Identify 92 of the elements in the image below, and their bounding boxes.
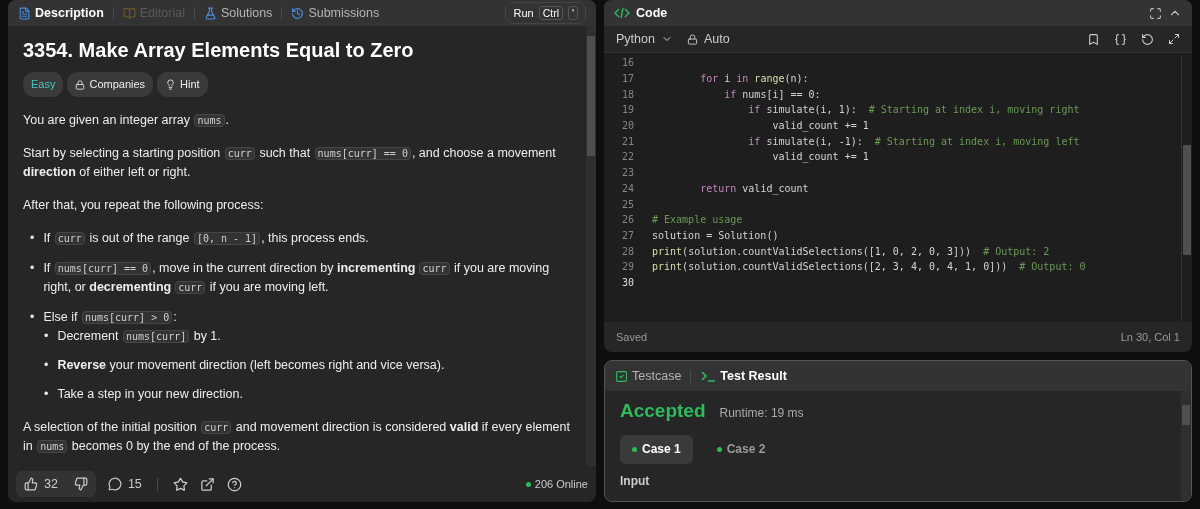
code-line: print(solution.countValidSelections([1, 0, 2, 0, 3])) # Output: 2	[652, 245, 1050, 257]
line-number: 22	[620, 151, 634, 163]
code-line: print(solution.countValidSelections([2, 3, 4, 0, 4, 1, 0])) # Output: 0	[652, 261, 1086, 273]
paragraph: After that, you repeat the following process:	[23, 197, 265, 214]
share-icon[interactable]	[199, 476, 215, 492]
scrollbar[interactable]	[1181, 55, 1192, 322]
lock-icon	[75, 79, 86, 90]
case-tab[interactable]: Case 1	[620, 435, 693, 464]
line-number: 21	[620, 135, 634, 147]
code-line: solution = Solution()	[652, 229, 779, 241]
tag-chip[interactable]: Hint	[157, 72, 208, 97]
comment-icon	[107, 477, 122, 491]
code-line: # Example usage	[652, 214, 743, 226]
tag-chip[interactable]: Companies	[67, 72, 154, 97]
list-item-text: If curr is out of the range [0, n - 1] , this process ends.	[43, 230, 370, 247]
code-line: valid_count += 1	[771, 120, 869, 132]
paragraph: Start by selecting a starting position curr such that nums[curr] == 0 , and choose a movement direction of either left or right.	[23, 145, 557, 181]
panel-tab[interactable]: Description	[18, 6, 104, 20]
document-icon	[18, 6, 31, 20]
problem-title: 3354. Make Array Elements Equal to Zero	[23, 41, 415, 60]
line-number: 18	[620, 88, 634, 100]
like-button[interactable]: 32	[16, 471, 66, 497]
flask-icon	[203, 6, 217, 20]
line-number: 19	[620, 104, 634, 116]
tag-chip[interactable]: Easy	[23, 72, 64, 97]
bookmark-icon[interactable]	[1087, 32, 1100, 46]
code-line: for i in range(n):	[699, 73, 809, 85]
scrollbar[interactable]	[586, 26, 596, 466]
book-icon	[122, 6, 136, 20]
panel-tab[interactable]: Solutions	[203, 6, 273, 20]
scrollbar[interactable]	[1181, 391, 1191, 501]
line-number: 30	[620, 276, 634, 288]
mode-label[interactable]: Auto	[686, 32, 730, 46]
code-editor[interactable]	[604, 53, 1192, 322]
code-line: if simulate(i, -1): # Starting at index i, moving left	[747, 135, 1080, 147]
bullet: •	[44, 357, 49, 374]
line-number: 23	[620, 167, 634, 179]
thumbs-down-icon	[73, 477, 88, 491]
list-item-text: Reverse your movement direction (left becomes right and vice versa).	[57, 357, 446, 374]
lock-icon	[686, 33, 698, 45]
help-icon[interactable]	[226, 476, 242, 492]
bullet: •	[44, 328, 49, 345]
paragraph: You are given an integer array nums .	[23, 112, 231, 129]
checkbox-icon	[615, 369, 628, 383]
bullet: •	[30, 260, 35, 277]
shortcut-key: Ctrl	[538, 6, 563, 20]
code-line: if simulate(i, 1): # Starting at index i, moving right	[747, 104, 1080, 116]
panel-tab[interactable]: Test Result	[700, 369, 787, 383]
star-icon[interactable]	[172, 476, 188, 492]
runtime-label: Runtime: 19 ms	[719, 405, 804, 422]
shortcut-key: '	[568, 6, 578, 20]
panel-tab[interactable]: Submissions	[291, 6, 380, 20]
thumbs-up-icon	[24, 477, 38, 491]
reset-icon[interactable]	[1141, 32, 1154, 46]
panel-tab[interactable]: Testcase	[615, 369, 682, 383]
line-number: 28	[620, 245, 634, 257]
list-item-text: If nums[curr] == 0 , move in the current direction by incrementing curr if you are moving right, or decrementing curr if you are moving left.	[43, 260, 551, 296]
code-line: if nums[i] == 0:	[723, 88, 821, 100]
run-button[interactable]: Run Ctrl '	[505, 2, 586, 24]
line-number: 26	[620, 214, 634, 226]
online-count: 206 Online	[525, 478, 588, 490]
history-icon	[291, 6, 305, 20]
code-line: return valid_count	[699, 182, 809, 194]
save-status: Saved	[616, 331, 648, 343]
line-number: 27	[620, 229, 634, 241]
case-tab[interactable]: Case 2	[704, 435, 778, 464]
code-icon	[614, 7, 630, 19]
lightbulb-icon	[165, 79, 177, 90]
list-item-text: Else if nums[curr] > 0 :	[43, 309, 178, 326]
maximize-icon[interactable]	[1149, 6, 1162, 20]
terminal-icon	[700, 370, 717, 382]
line-number: 25	[620, 198, 634, 210]
verdict-label: Accepted	[620, 401, 706, 420]
language-dropdown[interactable]: Python	[616, 32, 673, 46]
bullet: •	[30, 230, 35, 247]
line-number: 24	[620, 182, 634, 194]
braces-icon[interactable]	[1114, 32, 1127, 46]
bullet: •	[30, 309, 35, 326]
line-number: 16	[620, 57, 634, 69]
list-item-text: Take a step in your new direction.	[57, 386, 244, 403]
line-number: 17	[620, 73, 634, 85]
line-number: 20	[620, 120, 634, 132]
comments-button[interactable]: 15	[107, 477, 142, 491]
panel-title: Code	[636, 6, 668, 20]
paragraph: A selection of the initial position curr and movement direction is considered valid if every element in nums becomes 0 by the end of the process.	[23, 419, 571, 455]
expand-icon[interactable]	[1168, 33, 1180, 45]
cursor-position: Ln 30, Col 1	[1120, 331, 1180, 343]
input-label: Input	[620, 473, 651, 490]
code-line: valid_count += 1	[771, 151, 869, 163]
line-number: 29	[620, 261, 634, 273]
bullet: •	[44, 386, 49, 403]
list-item-text: Decrement nums[curr] by 1.	[57, 328, 222, 345]
